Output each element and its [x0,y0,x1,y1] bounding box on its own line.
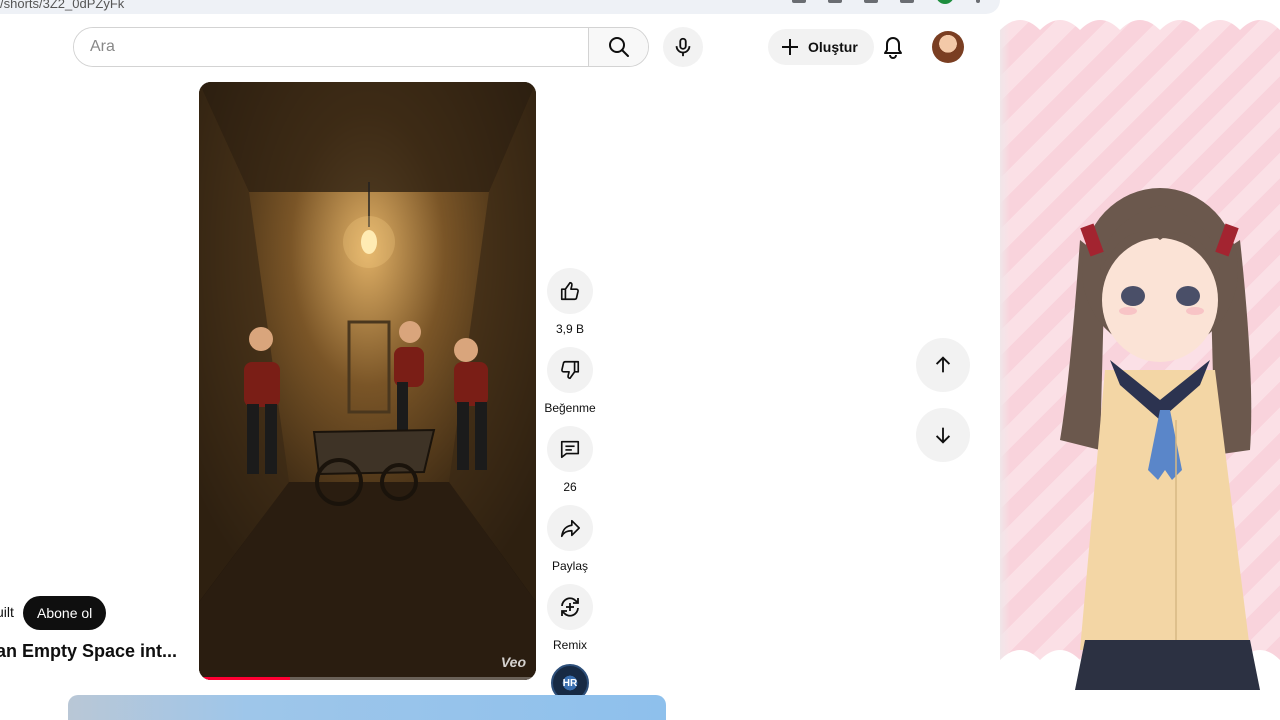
veo-watermark: Veo [500,654,526,670]
share-icon [560,519,580,538]
profile-icon[interactable] [936,0,954,4]
subscribe-button[interactable]: Abone ol [23,596,107,630]
browser-window: /shorts/3Z2_0dPZyFk Oluştur [0,0,1000,720]
like-count: 3,9 B [555,322,585,336]
menu-icon[interactable] [976,0,980,3]
star-icon[interactable] [864,0,878,3]
url-text[interactable]: /shorts/3Z2_0dPZyFk [0,0,124,11]
dislike-action: Beğenme [544,347,596,415]
create-label: Oluştur [808,39,858,55]
arrow-down-icon [935,427,951,444]
share-label: Paylaş [551,559,589,573]
browser-toolbar-icons [792,0,980,4]
thumbs-down-icon [561,360,580,380]
search-input[interactable] [74,28,588,66]
user-avatar[interactable] [932,31,964,63]
short-title[interactable]: an Empty Space int... [0,641,177,662]
comment-count: 26 [563,480,577,494]
share-action: Paylaş [547,505,593,573]
next-short-preview[interactable] [68,695,666,720]
remix-button[interactable] [547,584,593,630]
extensions-icon[interactable] [900,0,914,3]
share-button[interactable] [547,505,593,551]
vtuber-overlay-panel [1000,0,1280,720]
arrow-up-icon [935,356,951,373]
thumbs-up-icon [560,281,579,301]
search-button[interactable] [588,28,648,66]
shorts-action-bar: 3,9 B Beğenme 26 Paylaş Remix HR [544,268,596,702]
search-box [73,27,649,67]
voice-search-button[interactable] [663,27,703,67]
dislike-label: Beğenme [544,401,596,415]
channel-name[interactable]: uilt [0,604,14,620]
microphone-icon [675,37,691,57]
cast-icon[interactable] [828,0,842,3]
next-short-button[interactable] [916,408,970,462]
comment-icon [560,440,580,459]
previous-short-button[interactable] [916,338,970,392]
dislike-button[interactable] [547,347,593,393]
remix-action: Remix [547,584,593,652]
bell-icon [884,37,902,59]
create-button[interactable]: Oluştur [768,29,874,65]
translate-icon[interactable] [792,0,806,3]
comment-action: 26 [547,426,593,494]
anime-avatar-illustration [1000,0,1280,720]
remix-icon [561,597,579,617]
video-progress-bar[interactable] [199,677,536,680]
video-progress-fill [199,677,290,680]
plus-icon [782,39,798,55]
comment-button[interactable] [547,426,593,472]
like-button[interactable] [547,268,593,314]
shorts-video-player[interactable]: Veo [199,82,536,680]
notifications-button[interactable] [873,27,913,67]
video-frame [199,82,536,680]
like-action: 3,9 B [547,268,593,336]
search-icon [608,37,629,57]
address-bar[interactable]: /shorts/3Z2_0dPZyFk [0,0,1000,14]
remix-label: Remix [552,638,587,652]
